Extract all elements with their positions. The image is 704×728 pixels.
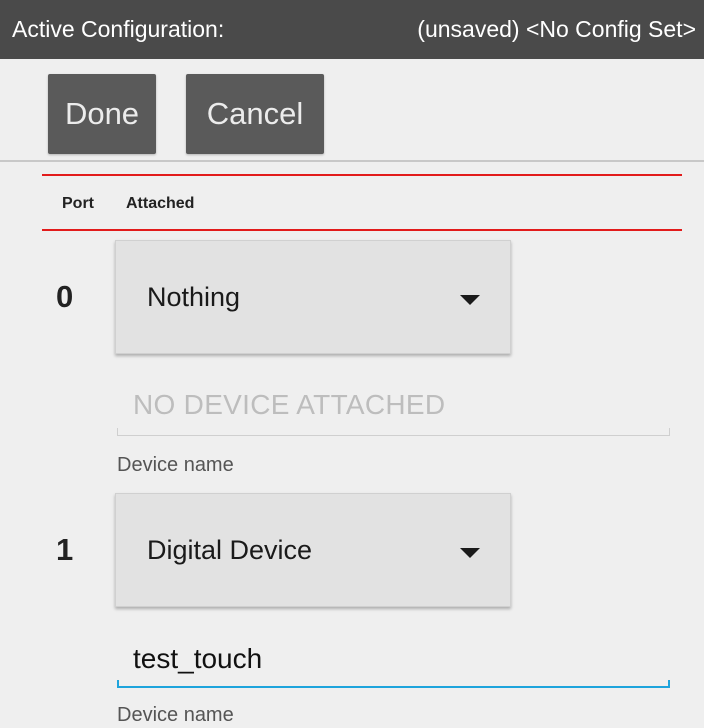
- done-button[interactable]: Done: [48, 74, 156, 154]
- device-type-selected: Digital Device: [147, 535, 313, 565]
- toolbar-divider: [0, 160, 704, 162]
- device-name-helper: Device name: [117, 454, 234, 476]
- device-name-input[interactable]: NO DEVICE ATTACHED: [133, 389, 445, 421]
- port-number: 1: [56, 532, 74, 567]
- dropdown-arrow-icon: [460, 548, 480, 558]
- dropdown-arrow-icon: [460, 295, 480, 305]
- active-config-bar: Active Configuration: (unsaved) <No Conf…: [0, 0, 704, 59]
- header-rule-bottom: [42, 229, 682, 231]
- column-header-port: Port: [62, 195, 94, 212]
- column-header-attached: Attached: [126, 195, 195, 212]
- device-type-selected: Nothing: [147, 282, 241, 312]
- device-name-input[interactable]: test_touch: [133, 643, 262, 675]
- device-name-helper: Device name: [117, 704, 234, 726]
- device-type-dropdown[interactable]: Nothing: [115, 240, 511, 354]
- device-type-dropdown[interactable]: Digital Device: [115, 493, 511, 607]
- active-config-name: (unsaved) <No Config Set>: [417, 16, 696, 42]
- port-number: 0: [56, 279, 74, 314]
- header-rule-top: [42, 174, 682, 176]
- device-name-underline: [117, 678, 670, 688]
- cancel-button[interactable]: Cancel: [186, 74, 324, 154]
- device-name-underline: [117, 426, 670, 436]
- active-config-title: Active Configuration:: [12, 16, 225, 42]
